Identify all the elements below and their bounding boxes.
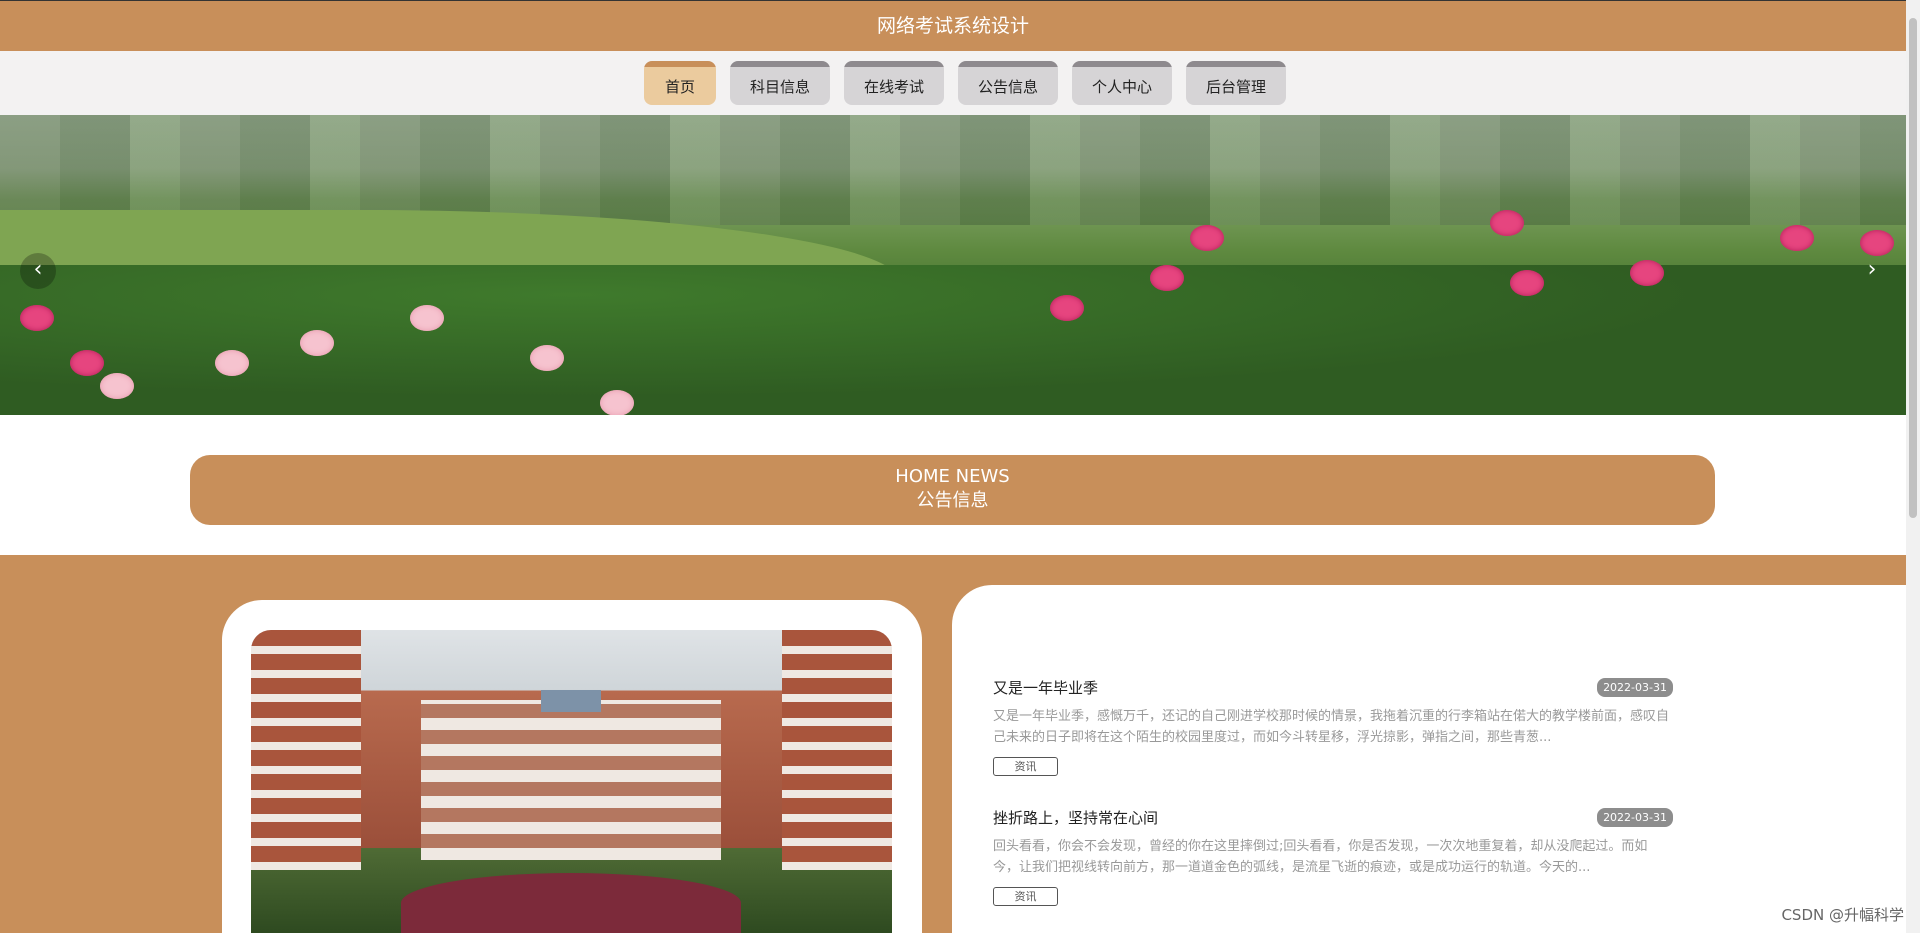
nav-announcements[interactable]: 公告信息 [957, 61, 1058, 105]
nav-online-exam[interactable]: 在线考试 [843, 61, 944, 105]
flower [530, 345, 564, 371]
photo-building-right [782, 630, 892, 870]
photo-roof [541, 690, 601, 712]
flower [1510, 270, 1544, 296]
main-nav: 首页 科目信息 在线考试 公告信息 个人中心 后台管理 [0, 51, 1906, 115]
news-category-tag[interactable]: 资讯 [993, 887, 1058, 906]
news-title[interactable]: 挫折路上，坚持常在心间 [993, 808, 1673, 828]
hero-carousel: ‹ › [0, 115, 1906, 415]
site-title: 网络考试系统设计 [876, 15, 1029, 37]
list-item[interactable]: 又是一年毕业季 2022-03-31 又是一年毕业季，感慨万千，还记的自己刚进学… [993, 678, 1673, 776]
campus-photo[interactable] [251, 630, 892, 933]
flower [600, 390, 634, 415]
flower [300, 330, 334, 356]
scrollbar-thumb[interactable] [1909, 18, 1917, 518]
flower [1630, 260, 1664, 286]
nav-subjects[interactable]: 科目信息 [729, 61, 830, 105]
photo-flowerbed [401, 873, 741, 933]
flower [100, 373, 134, 399]
news-summary: 回头看看，你会不会发现，曾经的你在这里摔倒过;回头看看，你是否发现，一次次地重复… [993, 839, 1648, 875]
news-date-badge: 2022-03-31 [1597, 678, 1673, 697]
watermark: CSDN @升幅科学 [1781, 906, 1904, 924]
nav-profile[interactable]: 个人中心 [1072, 61, 1173, 105]
section-title-en: HOME NEWS [895, 466, 1010, 487]
carousel-next-button[interactable]: › [1854, 253, 1890, 289]
news-category-tag[interactable]: 资讯 [993, 757, 1058, 776]
flower [410, 305, 444, 331]
section-title-cn: 公告信息 [916, 490, 989, 511]
flower [20, 305, 54, 331]
flower [70, 350, 104, 376]
nav-home[interactable]: 首页 [643, 61, 716, 105]
site-header: 网络考试系统设计 [0, 0, 1906, 51]
flower [1780, 225, 1814, 251]
page-scrollbar[interactable] [1906, 0, 1920, 933]
photo-main-building [421, 700, 721, 860]
chevron-left-icon: ‹ [33, 257, 43, 282]
photo-building-left [251, 630, 361, 870]
flower [1860, 230, 1894, 256]
nav-admin[interactable]: 后台管理 [1186, 61, 1287, 105]
list-item[interactable]: 挫折路上，坚持常在心间 2022-03-31 回头看看，你会不会发现，曾经的你在… [993, 808, 1673, 906]
banner-shrubs [0, 265, 1906, 415]
flower [215, 350, 249, 376]
carousel-prev-button[interactable]: ‹ [20, 253, 56, 289]
news-date-badge: 2022-03-31 [1597, 808, 1673, 827]
chevron-right-icon: › [1867, 257, 1877, 282]
banner-trees [0, 115, 1906, 225]
flower [1190, 225, 1224, 251]
flower [1050, 295, 1084, 321]
news-summary: 又是一年毕业季，感慨万千，还记的自己刚进学校那时候的情景，我拖着沉重的行李箱站在… [993, 709, 1670, 745]
news-section-header: HOME NEWS 公告信息 [190, 455, 1715, 525]
flower [1490, 210, 1524, 236]
flower [1150, 265, 1184, 291]
news-title[interactable]: 又是一年毕业季 [993, 678, 1673, 698]
